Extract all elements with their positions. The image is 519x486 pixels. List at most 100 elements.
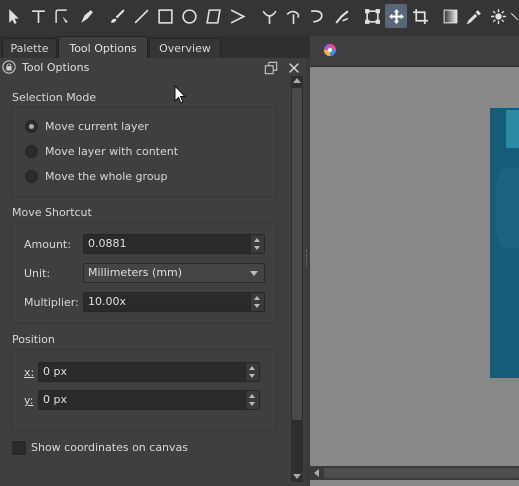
- ellipse-tool-button[interactable]: [178, 4, 200, 28]
- move-current-layer-radio[interactable]: [25, 120, 38, 133]
- position-group: x: 0 px y: 0 px: [11, 349, 277, 431]
- freehand-path-tool-button[interactable]: [282, 4, 304, 28]
- scrollbar-thumb[interactable]: [292, 88, 302, 420]
- amount-label: Amount:: [24, 238, 71, 251]
- y-label: y:: [24, 394, 34, 407]
- multiplier-label: Multiplier:: [24, 296, 79, 309]
- horizontal-scroll-thumb[interactable]: [324, 468, 519, 478]
- text-icon: [31, 9, 45, 23]
- color-sampler-tool-button[interactable]: [463, 4, 485, 28]
- dynamic-brush-icon: [310, 9, 323, 23]
- crop-icon: [412, 8, 428, 24]
- main-toolbar: [0, 0, 519, 37]
- multiplier-value: 10.00x: [88, 295, 127, 308]
- tool-options-docker: Tool Options Selection Mode Move current…: [0, 58, 305, 486]
- calligraphy-tool-button[interactable]: [75, 4, 97, 28]
- canvas-image[interactable]: [490, 108, 519, 378]
- scroll-down-arrow-icon[interactable]: [293, 474, 301, 479]
- tab-overview[interactable]: Overview: [149, 38, 221, 58]
- bezier-icon: [261, 10, 277, 24]
- select-shapes-tool-button[interactable]: [2, 4, 24, 28]
- amount-spin-arrows-icon[interactable]: [250, 235, 264, 253]
- krita-logo-icon: [323, 43, 337, 57]
- canvas-area[interactable]: [310, 36, 519, 486]
- polyline-icon: [230, 8, 246, 24]
- dynamic-brush-tool-button[interactable]: [306, 4, 328, 28]
- brush-tool-button[interactable]: [106, 4, 128, 28]
- crop-tool-button[interactable]: [409, 4, 431, 28]
- y-position-spinbox[interactable]: 0 px: [38, 390, 260, 410]
- docker-title: Tool Options: [22, 61, 90, 74]
- canvas-horizontal-scrollbar[interactable]: [310, 466, 519, 480]
- docker-tab-bar: Palette Tool Options Overview: [0, 36, 310, 59]
- position-heading: Position: [12, 333, 55, 346]
- polygon-icon: [205, 8, 221, 24]
- transform-icon: [364, 8, 380, 24]
- freehand-path-icon: [286, 10, 299, 24]
- line-icon: [134, 9, 148, 23]
- lock-icon[interactable]: [2, 60, 16, 74]
- x-label: x:: [24, 366, 35, 379]
- move-current-layer-label[interactable]: Move current layer: [45, 120, 149, 133]
- pointer-icon: [8, 8, 19, 24]
- multibrush-tool-button[interactable]: [330, 4, 352, 28]
- polyline-tool-button[interactable]: [226, 4, 248, 28]
- multibrush-icon: [334, 9, 349, 24]
- move-layer-with-content-radio[interactable]: [25, 145, 38, 158]
- unit-label: Unit:: [24, 267, 51, 280]
- show-coordinates-label[interactable]: Show coordinates on canvas: [31, 441, 188, 454]
- multiplier-spin-arrows-icon[interactable]: [250, 293, 264, 311]
- amount-value: 0.0881: [88, 237, 127, 250]
- gradient-tool-button[interactable]: [439, 4, 461, 28]
- unit-dropdown[interactable]: Millimeters (mm): [83, 263, 265, 283]
- mouse-cursor-icon: [174, 84, 188, 105]
- ellipse-icon: [181, 8, 197, 24]
- chevron-down-icon: [250, 271, 258, 276]
- selection-mode-group: Move current layer Move layer with conte…: [11, 107, 277, 197]
- scroll-left-arrow-icon[interactable]: [314, 469, 319, 477]
- multiplier-spinbox[interactable]: 10.00x: [83, 292, 265, 312]
- docker-scrollbar[interactable]: [291, 76, 303, 482]
- gradient-icon: [443, 9, 457, 23]
- docker-title-bar: Tool Options: [0, 58, 305, 78]
- bezier-curve-tool-button[interactable]: [258, 4, 280, 28]
- line-tool-button[interactable]: [130, 4, 152, 28]
- transform-tool-button[interactable]: [361, 4, 383, 28]
- eyedropper-icon: [465, 9, 481, 25]
- more-tools-button[interactable]: [510, 4, 519, 28]
- show-coordinates-checkbox[interactable]: [12, 441, 26, 455]
- unit-value: Millimeters (mm): [88, 266, 183, 279]
- tool-partial-icon: [510, 12, 519, 20]
- y-value: 0 px: [43, 393, 67, 406]
- move-whole-group-radio[interactable]: [25, 170, 38, 183]
- tab-palette[interactable]: Palette: [2, 38, 57, 58]
- rectangle-tool-button[interactable]: [154, 4, 176, 28]
- float-docker-icon[interactable]: [264, 61, 278, 75]
- move-whole-group-label[interactable]: Move the whole group: [45, 170, 168, 183]
- move-layer-with-content-label[interactable]: Move layer with content: [45, 145, 178, 158]
- close-icon[interactable]: [287, 61, 301, 75]
- move-shortcut-group: Amount: 0.0881 Unit: Millimeters (mm) Mu…: [11, 222, 277, 324]
- tab-tool-options[interactable]: Tool Options: [58, 36, 148, 59]
- y-spin-arrows-icon[interactable]: [245, 391, 259, 409]
- smart-patch-icon: [490, 8, 506, 24]
- x-position-spinbox[interactable]: 0 px: [38, 362, 260, 382]
- image-highlight: [506, 110, 519, 148]
- pen-nib-icon: [80, 9, 93, 23]
- edit-shapes-icon: [54, 8, 68, 23]
- move-shortcut-heading: Move Shortcut: [12, 206, 92, 219]
- text-tool-button[interactable]: [27, 4, 49, 28]
- selection-mode-heading: Selection Mode: [12, 91, 97, 104]
- move-arrows-icon: [388, 8, 404, 24]
- move-tool-button[interactable]: [385, 4, 407, 28]
- x-value: 0 px: [43, 365, 67, 378]
- smart-patch-tool-button[interactable]: [487, 4, 509, 28]
- edit-shapes-tool-button[interactable]: [51, 4, 73, 28]
- polygon-tool-button[interactable]: [202, 4, 224, 28]
- scroll-up-arrow-icon[interactable]: [293, 78, 301, 83]
- rectangle-icon: [157, 8, 173, 24]
- x-spin-arrows-icon[interactable]: [245, 363, 259, 381]
- image-shape: [495, 168, 519, 248]
- amount-spinbox[interactable]: 0.0881: [83, 234, 265, 254]
- brush-icon: [110, 8, 125, 23]
